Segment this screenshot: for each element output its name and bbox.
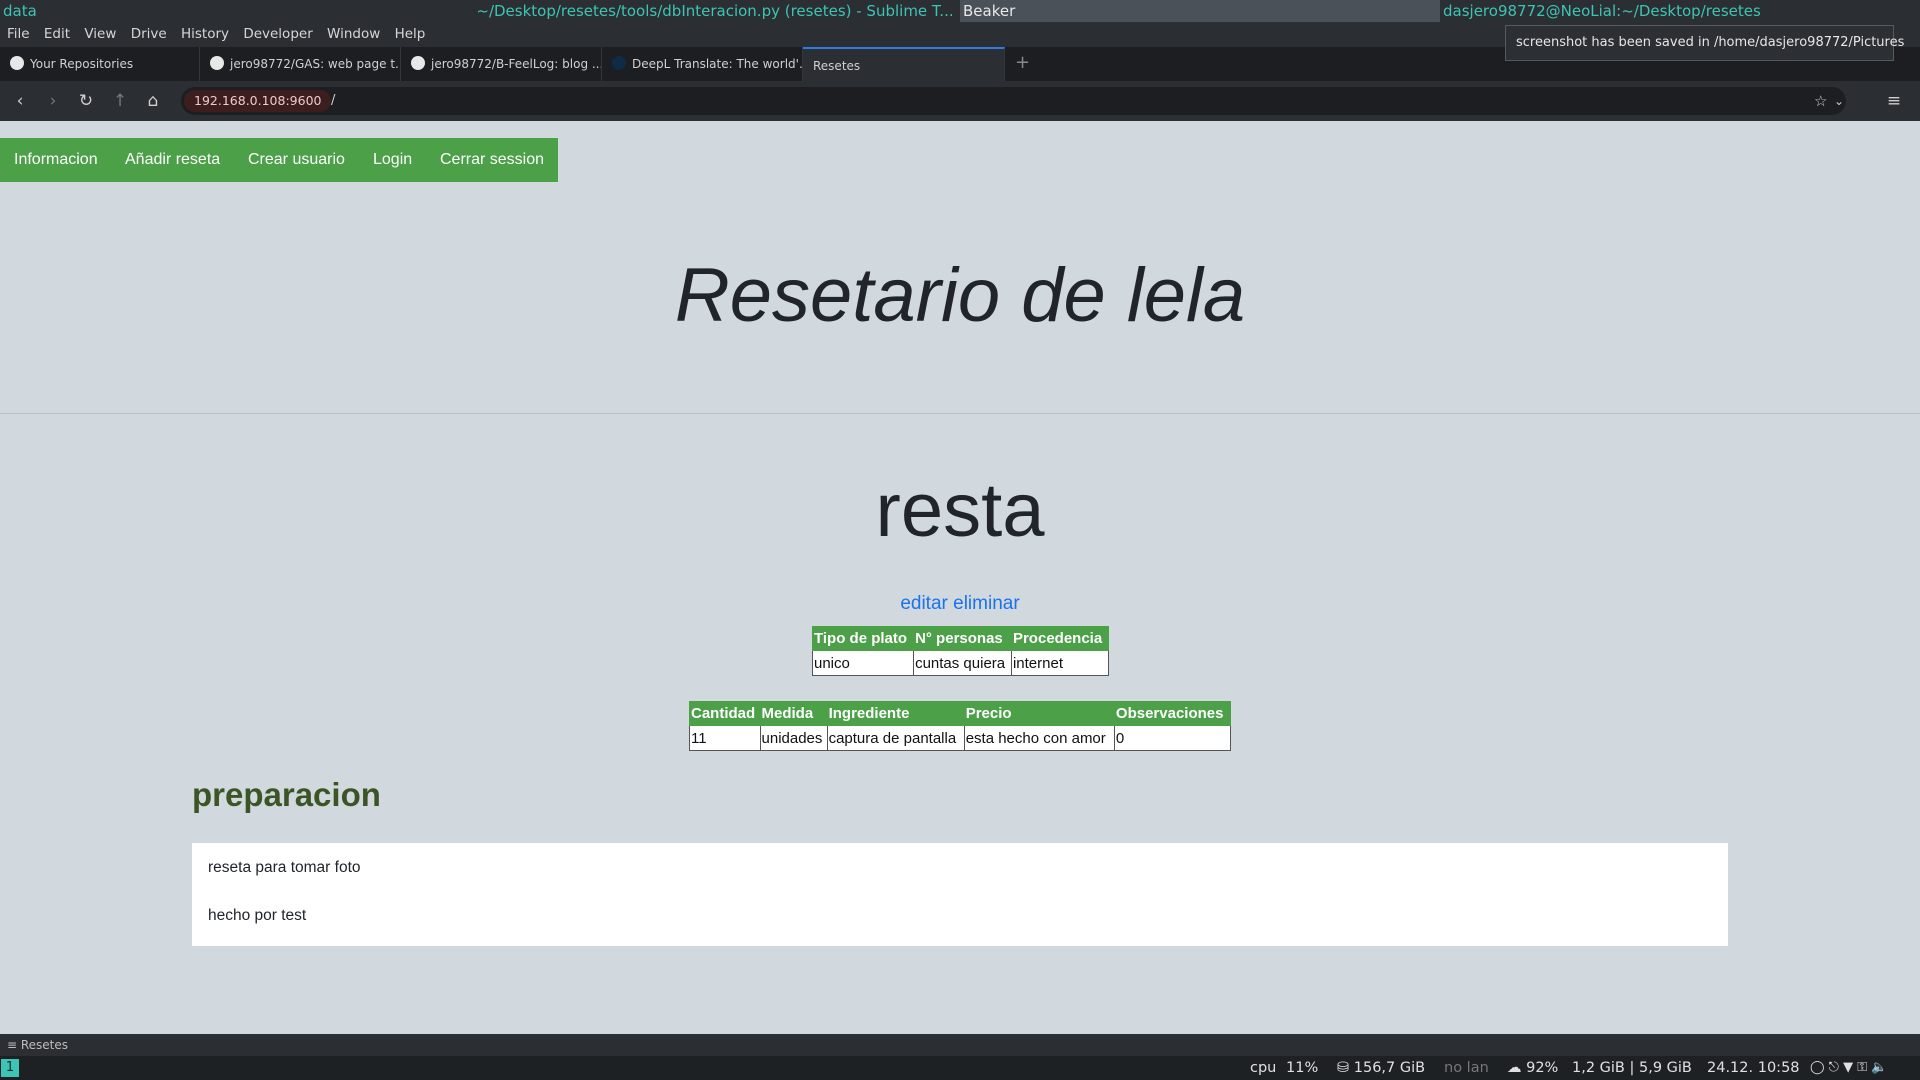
preparation-line: hecho por test — [208, 907, 307, 924]
workspace-button[interactable]: 1 — [1, 1059, 19, 1077]
tab-gas[interactable]: jero98772/GAS: web page t... — [200, 47, 401, 81]
github-icon — [411, 56, 425, 70]
nav-login[interactable]: Login — [373, 138, 412, 182]
home-icon[interactable]: ⌂ — [143, 91, 163, 111]
forward-arrow-icon[interactable]: › — [43, 91, 63, 111]
tab-label: jero98772/GAS: web page t... — [230, 57, 401, 71]
github-icon — [10, 56, 24, 70]
preparation-line: reseta para tomar foto — [208, 859, 361, 876]
browser-status-line: ≡ Resetes — [0, 1034, 1920, 1056]
table-cell: 11 — [689, 725, 761, 751]
new-tab-plus-icon[interactable]: + — [1015, 47, 1030, 79]
table-header: Procedencia — [1010, 626, 1110, 651]
tab-your-repositories[interactable]: Your Repositories — [0, 47, 200, 81]
tab-label: jero98772/B-FeelLog: blog ... — [431, 57, 602, 71]
url-bar[interactable]: 192.168.0.108:9600 / ☆ ⌄ — [181, 87, 1846, 115]
table-header: Precio — [963, 701, 1115, 726]
date-time: 24.12. 10:58 — [1707, 1060, 1800, 1076]
screenshot-notification[interactable]: screenshot has been saved in /home/dasje… — [1505, 25, 1904, 61]
table-header-row: Tipo de plato N° personas Procedencia — [811, 626, 1110, 651]
back-arrow-icon[interactable]: ‹ — [10, 91, 30, 111]
table-cell: cuntas quiera — [913, 650, 1012, 676]
menu-history[interactable]: History — [181, 22, 229, 47]
chevron-down-icon[interactable]: ⌄ — [1834, 91, 1844, 111]
window-title-beaker[interactable]: Beaker — [960, 0, 1440, 22]
disk-usage: ⛁ 156,7 GiB — [1337, 1060, 1426, 1076]
table-cell: unidades — [759, 725, 828, 751]
table-cell: unico — [811, 650, 915, 676]
recipe-actions: editar eliminar — [0, 593, 1920, 615]
preparation-heading: preparacion — [192, 776, 381, 813]
nav-anadir-reseta[interactable]: Añadir reseta — [125, 138, 220, 182]
preparation-box: reseta para tomar foto hecho por test — [192, 843, 1728, 946]
tab-deepl[interactable]: DeepL Translate: The world'... — [602, 47, 803, 81]
menu-view[interactable]: View — [84, 22, 116, 47]
delete-link[interactable]: eliminar — [953, 593, 1020, 614]
table-cell: esta hecho con amor — [963, 725, 1115, 751]
menu-help[interactable]: Help — [395, 22, 426, 47]
up-arrow-icon[interactable]: ↑ — [110, 91, 130, 111]
github-icon — [210, 56, 224, 70]
bookmark-star-icon[interactable]: ☆ — [1814, 91, 1827, 111]
hamburger-menu-icon[interactable]: ≡ — [1884, 91, 1904, 111]
table-cell: captura de pantalla — [826, 725, 965, 751]
memory-usage: 1,2 GiB | 5,9 GiB — [1572, 1060, 1692, 1076]
table-row: unico cuntas quiera internet — [811, 650, 1110, 676]
table-header: Ingrediente — [826, 701, 965, 726]
menu-drive[interactable]: Drive — [131, 22, 167, 47]
wifi-status: ☁ 92% — [1507, 1060, 1559, 1076]
site-hero-title: Resetario de lela — [674, 253, 1246, 338]
recipe-info-table: Tipo de plato N° personas Procedencia un… — [811, 626, 1110, 676]
ingredients-table: Cantidad Medida Ingrediente Precio Obser… — [689, 701, 1232, 751]
nav-crear-usuario[interactable]: Crear usuario — [248, 138, 345, 182]
table-row: 11 unidades captura de pantalla esta hec… — [689, 725, 1232, 751]
i3-status-bar: 1 cpu 11% ⛁ 156,7 GiB no lan ☁ 92% 1,2 G… — [0, 1056, 1920, 1080]
url-path: / — [331, 93, 336, 108]
tab-label: Your Repositories — [30, 57, 134, 71]
web-page: Informacion Añadir reseta Crear usuario … — [0, 121, 1920, 1034]
table-header: Observaciones — [1113, 701, 1232, 726]
table-cell: internet — [1010, 650, 1110, 676]
cpu-usage: 11% — [1286, 1060, 1319, 1076]
site-navbar: Informacion Añadir reseta Crear usuario … — [0, 138, 558, 182]
table-header-row: Cantidad Medida Ingrediente Precio Obser… — [689, 701, 1232, 726]
table-header: N° personas — [913, 626, 1012, 651]
divider — [0, 413, 1920, 414]
url-host: 192.168.0.108:9600 — [184, 90, 332, 112]
navigation-bar: ‹ › ↻ ↑ ⌂ 192.168.0.108:9600 / ☆ ⌄ ≡ — [0, 81, 1920, 121]
table-header: Medida — [759, 701, 828, 726]
deepl-icon — [612, 56, 626, 70]
tab-label: Resetes — [813, 59, 861, 73]
reload-icon[interactable]: ↻ — [76, 91, 96, 111]
menu-edit[interactable]: Edit — [44, 22, 70, 47]
nav-cerrar-session[interactable]: Cerrar session — [440, 138, 544, 182]
table-header: Tipo de plato — [811, 626, 915, 651]
window-title-terminal[interactable]: dasjero98772@NeoLial:~/Desktop/resetes — [1440, 0, 1920, 22]
recipe-title: resta — [875, 468, 1045, 553]
i3-top-bar: data ~/Desktop/resetes/tools/dbInteracio… — [0, 0, 1920, 22]
menu-file[interactable]: File — [7, 22, 30, 47]
tab-label: DeepL Translate: The world'... — [632, 57, 803, 71]
table-cell: 0 — [1113, 725, 1232, 751]
cpu-label: cpu — [1250, 1060, 1277, 1076]
menu-developer[interactable]: Developer — [243, 22, 312, 47]
tray-icons[interactable]: ◯ ⎋ ▼ ⚿ 🔈 — [1810, 1056, 1887, 1080]
table-header: Cantidad — [689, 701, 761, 726]
window-title-data[interactable]: data — [0, 0, 470, 22]
window-title-sublime[interactable]: ~/Desktop/resetes/tools/dbInteracion.py … — [470, 0, 960, 22]
tab-resetes[interactable]: Resetes — [803, 47, 1005, 81]
tab-b-feellog[interactable]: jero98772/B-FeelLog: blog ... — [401, 47, 602, 81]
edit-link[interactable]: editar — [900, 593, 948, 614]
menu-window[interactable]: Window — [327, 22, 380, 47]
lan-status: no lan — [1444, 1060, 1489, 1076]
nav-informacion[interactable]: Informacion — [14, 138, 98, 182]
